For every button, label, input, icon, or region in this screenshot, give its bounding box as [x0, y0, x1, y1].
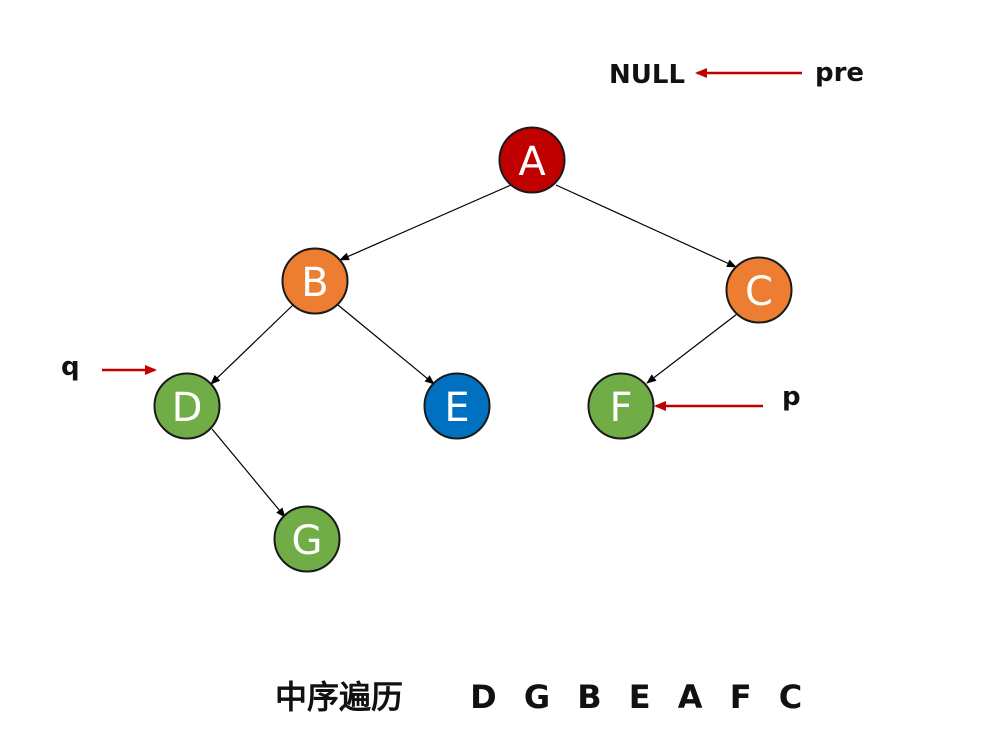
caption-title: 中序遍历: [275, 678, 404, 716]
edge-a-c: [555, 184, 737, 268]
node-c: C: [725, 256, 793, 324]
pre-label: pre: [815, 58, 865, 88]
null-label: NULL: [609, 60, 686, 90]
edge-d-g: [211, 428, 286, 518]
node-g-label: G: [292, 518, 323, 564]
node-d: D: [153, 372, 221, 440]
edge-b-d: [210, 304, 294, 385]
edge-a-b: [339, 184, 512, 261]
traversal-caption: 中序遍历 D G B E A F C: [275, 672, 810, 718]
node-a-label: A: [518, 139, 546, 185]
node-a: A: [498, 126, 566, 194]
edge-c-f: [646, 313, 738, 384]
edge-b-e: [337, 304, 435, 385]
tree-nodes: A B C D E F G: [153, 126, 793, 573]
node-g: G: [273, 505, 341, 573]
caption-sequence: D G B E A F C: [470, 678, 811, 716]
p-label: p: [782, 382, 801, 412]
node-b: B: [281, 247, 349, 315]
pointer-arrows: [102, 68, 802, 411]
tree-edges: [210, 184, 738, 518]
node-f-label: F: [609, 385, 632, 431]
node-b-label: B: [301, 260, 328, 306]
node-e: E: [423, 372, 491, 440]
q-label: q: [61, 352, 80, 382]
binary-tree-diagram: A B C D E F G: [102, 68, 802, 573]
node-e-label: E: [444, 385, 469, 431]
node-d-label: D: [172, 385, 203, 431]
node-f: F: [587, 372, 655, 440]
node-c-label: C: [745, 269, 773, 315]
